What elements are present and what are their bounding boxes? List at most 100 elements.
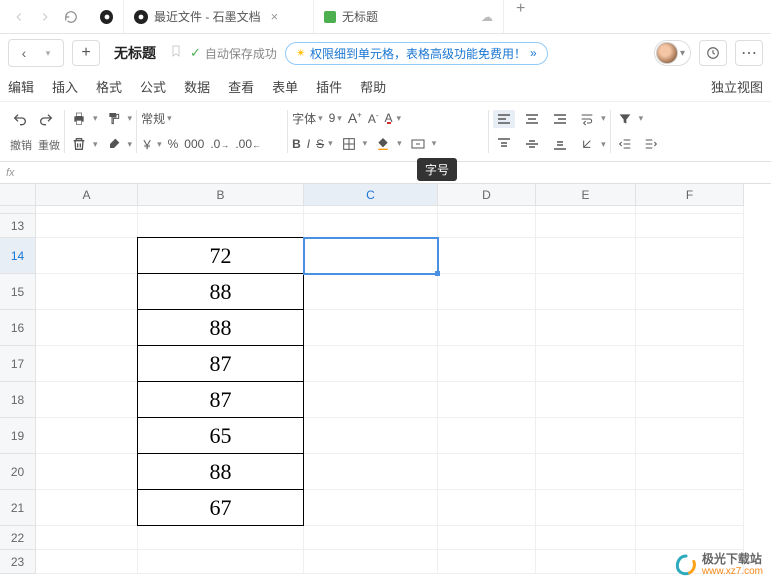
- cell-E15[interactable]: [536, 274, 636, 310]
- menu-insert[interactable]: 插入: [52, 77, 78, 96]
- col-header-D[interactable]: D: [438, 184, 536, 206]
- strike-button[interactable]: S: [316, 137, 324, 151]
- cell-A14[interactable]: [36, 238, 138, 274]
- cell-D23[interactable]: [438, 550, 536, 574]
- browser-tab-doc[interactable]: 无标题 ☁: [314, 0, 504, 33]
- forward-icon[interactable]: [36, 8, 54, 26]
- dropdown-icon[interactable]: ▾: [157, 139, 162, 150]
- indent-left-icon[interactable]: [615, 134, 635, 154]
- align-left-button[interactable]: [493, 110, 515, 128]
- cell-B17[interactable]: 87: [137, 345, 304, 382]
- formula-bar[interactable]: fx: [0, 162, 771, 184]
- doc-back-icon[interactable]: ‹: [13, 42, 35, 64]
- dropdown-icon[interactable]: ▾: [37, 42, 59, 64]
- menu-form[interactable]: 表单: [272, 77, 298, 96]
- cell-F12[interactable]: [636, 206, 744, 214]
- currency-button[interactable]: ￥: [141, 136, 153, 153]
- menu-help[interactable]: 帮助: [360, 77, 386, 96]
- clear-format-icon[interactable]: [69, 134, 89, 154]
- notice-pill[interactable]: ✴ 权限细到单元格，表格高级功能免费用！ »: [285, 42, 548, 65]
- cell-C16[interactable]: [304, 310, 438, 346]
- cell-D22[interactable]: [438, 526, 536, 550]
- menu-format[interactable]: 格式: [96, 77, 122, 96]
- bookmark-icon[interactable]: [170, 44, 182, 63]
- new-tab-button[interactable]: +: [504, 0, 537, 33]
- thousands-button[interactable]: 000: [184, 137, 204, 151]
- brush-icon[interactable]: [104, 134, 124, 154]
- cell-F14[interactable]: [636, 238, 744, 274]
- cell-A17[interactable]: [36, 346, 138, 382]
- cell-C19[interactable]: [304, 418, 438, 454]
- cell-F16[interactable]: [636, 310, 744, 346]
- row-header-18[interactable]: 18: [0, 382, 36, 418]
- cell-F19[interactable]: [636, 418, 744, 454]
- font-size-select[interactable]: 9▾: [329, 111, 342, 125]
- dropdown-icon[interactable]: ▾: [432, 138, 437, 149]
- cell-A16[interactable]: [36, 310, 138, 346]
- dropdown-icon[interactable]: ▾: [639, 113, 644, 124]
- align-center-button[interactable]: [521, 110, 543, 128]
- cell-D14[interactable]: [438, 238, 536, 274]
- filter-icon[interactable]: [615, 109, 635, 129]
- cell-D13[interactable]: [438, 214, 536, 238]
- cell-D21[interactable]: [438, 490, 536, 526]
- cell-D12[interactable]: [438, 206, 536, 214]
- dropdown-icon[interactable]: ▾: [128, 113, 133, 124]
- cell-D16[interactable]: [438, 310, 536, 346]
- dropdown-icon[interactable]: ▾: [328, 138, 333, 149]
- dec-inc-button[interactable]: .0→: [210, 137, 229, 151]
- cell-A22[interactable]: [36, 526, 138, 550]
- font-increase-button[interactable]: A+: [348, 110, 362, 126]
- dropdown-icon[interactable]: ▾: [93, 139, 98, 150]
- grid-corner[interactable]: [0, 184, 36, 206]
- cell-D17[interactable]: [438, 346, 536, 382]
- browser-tab-recent[interactable]: 最近文件 - 石墨文档 ×: [124, 0, 314, 33]
- paint-format-icon[interactable]: [104, 109, 124, 129]
- cell-E17[interactable]: [536, 346, 636, 382]
- cell-B20[interactable]: 88: [137, 453, 304, 490]
- row-header-13[interactable]: 13: [0, 214, 36, 238]
- cell-B16[interactable]: 88: [137, 309, 304, 346]
- row-header-19[interactable]: 19: [0, 418, 36, 454]
- cell-A20[interactable]: [36, 454, 138, 490]
- cell-E18[interactable]: [536, 382, 636, 418]
- cell-B18[interactable]: 87: [137, 381, 304, 418]
- rotate-text-icon[interactable]: [577, 134, 597, 154]
- cell-E23[interactable]: [536, 550, 636, 574]
- cell-A13[interactable]: [36, 214, 138, 238]
- row-header-14[interactable]: 14: [0, 238, 36, 274]
- cell-E12[interactable]: [536, 206, 636, 214]
- col-header-F[interactable]: F: [636, 184, 744, 206]
- history-icon[interactable]: [699, 40, 727, 66]
- row-header-15[interactable]: 15: [0, 274, 36, 310]
- cell-D18[interactable]: [438, 382, 536, 418]
- cell-C21[interactable]: [304, 490, 438, 526]
- cell-C20[interactable]: [304, 454, 438, 490]
- dropdown-icon[interactable]: ▾: [93, 113, 98, 124]
- col-header-A[interactable]: A: [36, 184, 138, 206]
- menu-plugin[interactable]: 插件: [316, 77, 342, 96]
- cell-C22[interactable]: [304, 526, 438, 550]
- cell-E16[interactable]: [536, 310, 636, 346]
- cell-F17[interactable]: [636, 346, 744, 382]
- cell-C12[interactable]: [304, 206, 438, 214]
- reload-icon[interactable]: [62, 8, 80, 26]
- cell-E14[interactable]: [536, 238, 636, 274]
- merge-button[interactable]: [408, 134, 428, 154]
- spreadsheet-grid[interactable]: ABCDEF1314721588168817871887196520882167…: [0, 184, 771, 574]
- undo-icon[interactable]: [10, 110, 30, 130]
- cell-C13[interactable]: [304, 214, 438, 238]
- close-icon[interactable]: ×: [271, 9, 279, 24]
- menu-edit[interactable]: 编辑: [8, 77, 34, 96]
- cell-E22[interactable]: [536, 526, 636, 550]
- font-decrease-button[interactable]: A-: [368, 111, 379, 126]
- cell-E13[interactable]: [536, 214, 636, 238]
- cell-D19[interactable]: [438, 418, 536, 454]
- valign-middle-button[interactable]: [521, 135, 543, 153]
- border-button[interactable]: [339, 134, 359, 154]
- avatar-pill[interactable]: ▾: [654, 40, 691, 66]
- cell-D20[interactable]: [438, 454, 536, 490]
- row-header-23[interactable]: 23: [0, 550, 36, 574]
- bold-button[interactable]: B: [292, 137, 301, 151]
- cell-F20[interactable]: [636, 454, 744, 490]
